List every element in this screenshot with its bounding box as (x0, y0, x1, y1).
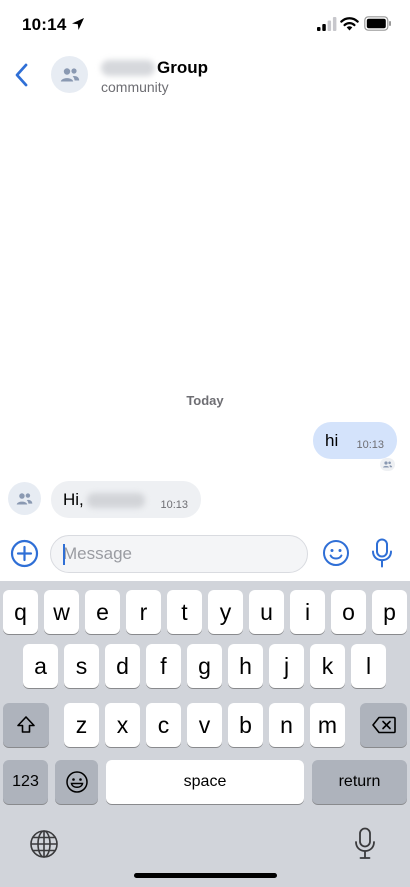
redacted-name (101, 60, 155, 76)
key-p[interactable]: p (372, 590, 407, 634)
text-cursor (63, 544, 65, 565)
emoji-keyboard-key[interactable] (55, 760, 98, 804)
dictation-microphone-icon[interactable] (354, 827, 376, 860)
chat-header: Group community (0, 48, 410, 104)
key-k[interactable]: k (310, 644, 345, 688)
chevron-left-icon (15, 63, 28, 87)
emoji-icon[interactable] (322, 539, 350, 567)
battery-icon (364, 16, 391, 31)
space-key[interactable]: space (106, 760, 304, 804)
status-bar: 10:14 (0, 0, 410, 48)
key-y[interactable]: y (208, 590, 243, 634)
incoming-message-bubble[interactable]: Hi, 10:13 (51, 481, 201, 518)
back-button[interactable] (8, 58, 34, 92)
group-people-icon (16, 492, 33, 505)
wifi-icon (340, 17, 359, 31)
group-people-icon (60, 67, 79, 81)
home-indicator[interactable] (134, 873, 277, 878)
key-f[interactable]: f (146, 644, 181, 688)
header-title-area[interactable]: Group (101, 57, 208, 79)
group-read-receipt-icon (380, 458, 395, 471)
cellular-signal-icon (317, 17, 337, 31)
backspace-icon (371, 716, 396, 734)
sender-avatar[interactable] (8, 482, 41, 515)
shift-arrow-icon (17, 716, 35, 733)
message-time: 10:13 (356, 439, 384, 451)
redacted-text (86, 492, 145, 508)
key-t[interactable]: t (167, 590, 202, 634)
status-time: 10:14 (22, 15, 67, 34)
key-u[interactable]: u (249, 590, 284, 634)
key-c[interactable]: c (146, 703, 181, 747)
key-e[interactable]: e (85, 590, 120, 634)
key-o[interactable]: o (331, 590, 366, 634)
key-i[interactable]: i (290, 590, 325, 634)
key-n[interactable]: n (269, 703, 304, 747)
backspace-key[interactable] (360, 703, 407, 747)
numbers-key[interactable]: 123 (3, 760, 48, 804)
key-a[interactable]: a (23, 644, 58, 688)
key-r[interactable]: r (126, 590, 161, 634)
key-m[interactable]: m (310, 703, 345, 747)
outgoing-message-bubble[interactable]: hi 10:13 (313, 422, 397, 459)
emoji-face-icon (65, 771, 88, 793)
message-composer (0, 528, 410, 581)
key-x[interactable]: x (105, 703, 140, 747)
key-w[interactable]: w (44, 590, 79, 634)
chat-title: Group (157, 58, 208, 77)
key-g[interactable]: g (187, 644, 222, 688)
onscreen-keyboard: q w e r t y u i o p a s d f g h j k l z … (0, 581, 410, 887)
return-key[interactable]: return (312, 760, 407, 804)
key-l[interactable]: l (351, 644, 386, 688)
key-d[interactable]: d (105, 644, 140, 688)
key-v[interactable]: v (187, 703, 222, 747)
date-separator: Today (186, 393, 224, 408)
key-j[interactable]: j (269, 644, 304, 688)
group-avatar[interactable] (51, 56, 88, 93)
message-text: hi (325, 431, 339, 450)
message-text-wrap: Hi, (63, 490, 145, 510)
key-z[interactable]: z (64, 703, 99, 747)
message-time: 10:13 (160, 499, 188, 511)
key-s[interactable]: s (64, 644, 99, 688)
chat-subtitle: community (101, 79, 169, 95)
key-h[interactable]: h (228, 644, 263, 688)
key-q[interactable]: q (3, 590, 38, 634)
message-input[interactable] (50, 535, 308, 573)
add-attachment-icon[interactable] (10, 539, 39, 568)
microphone-icon[interactable] (371, 538, 393, 568)
message-text: Hi, (63, 490, 84, 509)
location-arrow-icon (72, 18, 84, 30)
shift-key[interactable] (3, 703, 49, 747)
key-b[interactable]: b (228, 703, 263, 747)
globe-icon[interactable] (28, 828, 60, 860)
